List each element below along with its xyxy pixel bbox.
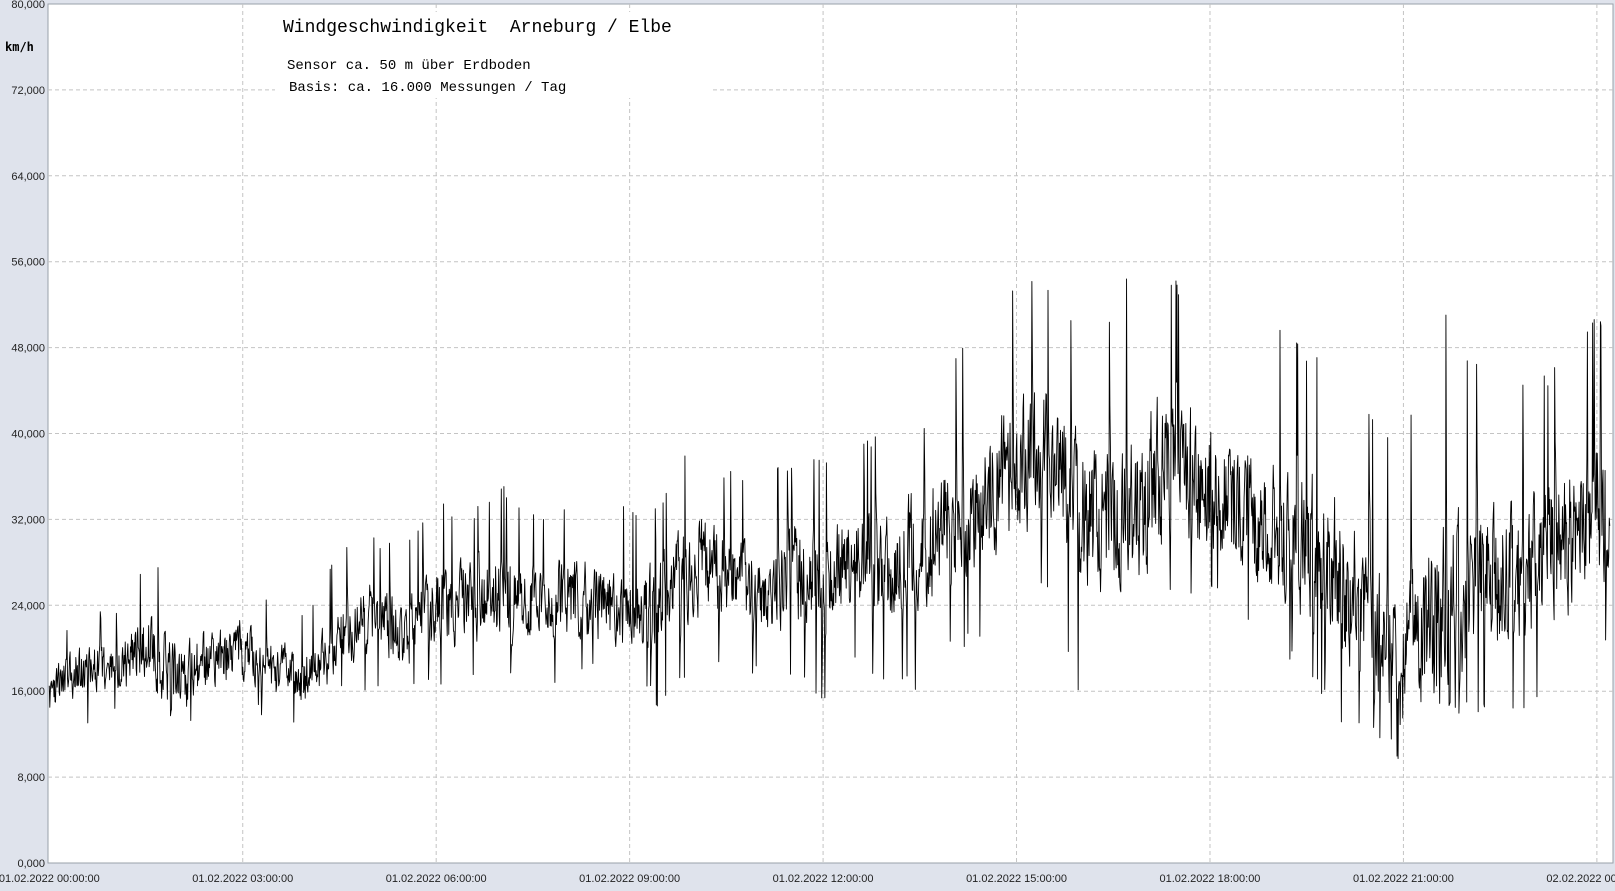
wind-speed-chart: 0,000 8,000 16,000 24,000 32,000 40,000 48,000… (0, 0, 1615, 891)
chart-subtitle-sensor: Sensor ca. 50 m über Erdboden (287, 58, 531, 74)
x-tick-label: 01.02.2022 06:00:00 (386, 873, 487, 885)
y-axis-unit-label: km/h (5, 40, 34, 54)
chart-subtitle-basis: Basis: ca. 16.000 Messungen / Tag (289, 80, 566, 96)
x-tick-label: 01.02.2022 09:00:00 (579, 873, 680, 885)
x-tick-label: 01.02.2022 00:00:00 (0, 873, 100, 885)
y-tick-label: 72,000 (11, 85, 45, 97)
x-tick-label: 01.02.2022 03:00:00 (192, 873, 293, 885)
y-tick-label: 80,000 (11, 0, 45, 11)
x-tick-label: 01.02.2022 21:00:00 (1353, 873, 1454, 885)
chart-title: Windgeschwindigkeit Arneburg / Elbe (283, 18, 672, 38)
y-tick-label: 56,000 (11, 257, 45, 269)
y-tick-label: 24,000 (11, 600, 45, 612)
y-tick-label: 32,000 (11, 514, 45, 526)
y-tick-label: 16,000 (11, 686, 45, 698)
chart-container: 0,000 8,000 16,000 24,000 32,000 40,000 48,000… (0, 0, 1615, 891)
x-tick-label: 01.02.2022 15:00:00 (966, 873, 1067, 885)
y-tick-label: 0,000 (17, 858, 45, 870)
y-tick-label: 48,000 (11, 343, 45, 355)
y-tick-label: 8,000 (17, 772, 45, 784)
x-tick-label: 01.02.2022 12:00:00 (773, 873, 874, 885)
x-tick-label: 01.02.2022 18:00:00 (1160, 873, 1261, 885)
y-tick-label: 64,000 (11, 171, 45, 183)
y-tick-label: 40,000 (11, 429, 45, 441)
x-tick-label: 02.02.2022 00:00:00 (1546, 873, 1615, 885)
